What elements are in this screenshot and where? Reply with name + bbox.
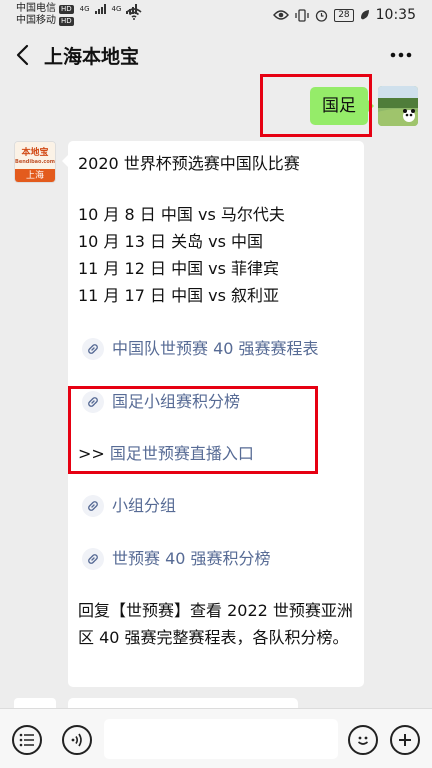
- logo-text: 本地宝 Bendibao.com: [15, 142, 55, 169]
- wifi-icon: [126, 8, 142, 20]
- avatar-image: [378, 86, 418, 126]
- highlight-box-links: [68, 386, 318, 474]
- battery-level: 28: [334, 8, 354, 22]
- logo-site: Bendibao.com: [15, 159, 55, 165]
- emoji-button[interactable]: [348, 725, 378, 755]
- link-icon: [82, 338, 104, 360]
- plus-button[interactable]: [390, 725, 420, 755]
- footer-text: 回复【世预赛】查看 2022 世预赛亚洲区 40 强赛完整赛程表，各队积分榜。: [78, 601, 353, 647]
- voice-icon: [71, 733, 82, 747]
- back-icon[interactable]: [12, 42, 36, 68]
- chat-header: 上海本地宝: [0, 30, 432, 80]
- user-avatar[interactable]: [378, 86, 418, 126]
- link-label: 世预赛 40 强赛积分榜: [112, 549, 271, 568]
- carrier-2: 中国移动: [16, 15, 56, 26]
- message-title: 2020 世界杯预选赛中国队比赛: [78, 154, 300, 173]
- match-2: 10 月 13 日 关岛 vs 中国: [78, 232, 264, 251]
- match-4: 11 月 17 日 中国 vs 叙利亚: [78, 286, 280, 305]
- message-input[interactable]: [104, 719, 338, 759]
- match-1: 10 月 8 日 中国 vs 马尔代夫: [78, 205, 285, 224]
- link-schedule[interactable]: 中国队世预赛 40 强赛赛程表: [82, 338, 319, 360]
- eye-icon: [273, 10, 290, 20]
- next-account-avatar: [14, 698, 56, 708]
- more-icon[interactable]: [388, 44, 414, 66]
- network-type: 4G: [79, 5, 90, 13]
- carrier-1: 中国电信: [16, 3, 56, 14]
- network-type-2: 4G: [111, 5, 122, 13]
- list-icon: [19, 733, 34, 747]
- link-groups[interactable]: 小组分组: [82, 495, 176, 517]
- signal-icon: [94, 4, 106, 14]
- link-icon: [82, 548, 104, 570]
- input-bar: [0, 708, 432, 768]
- account-avatar[interactable]: 本地宝 Bendibao.com 上海: [14, 141, 56, 183]
- logo-city: 上海: [15, 169, 55, 182]
- voice-button[interactable]: [62, 725, 92, 755]
- clock: 10:35: [375, 7, 416, 23]
- menu-toggle-button[interactable]: [12, 725, 42, 755]
- link-icon: [82, 495, 104, 517]
- highlight-box-outgoing: [260, 74, 372, 137]
- link-label: 中国队世预赛 40 强赛赛程表: [112, 339, 319, 358]
- status-right: 28 10:35: [273, 7, 416, 23]
- match-3: 11 月 12 日 中国 vs 菲律宾: [78, 259, 280, 278]
- link-label: 小组分组: [112, 496, 177, 515]
- vibrate-icon: [295, 8, 309, 22]
- alarm-icon: [316, 9, 328, 22]
- hd-badge-2: HD: [59, 16, 74, 26]
- status-bar: 中国电信 HD 4G 4G 中国移动 HD 28 10:35: [0, 0, 432, 30]
- chat-title: 上海本地宝: [44, 46, 140, 68]
- carrier-info: 中国电信 HD 4G 4G 中国移动 HD: [16, 3, 138, 27]
- leaf-icon: [360, 10, 369, 20]
- plus-icon: [399, 734, 411, 746]
- hd-badge: HD: [59, 4, 74, 14]
- link-40-standings[interactable]: 世预赛 40 强赛积分榜: [82, 548, 271, 570]
- emoji-icon: [357, 736, 369, 745]
